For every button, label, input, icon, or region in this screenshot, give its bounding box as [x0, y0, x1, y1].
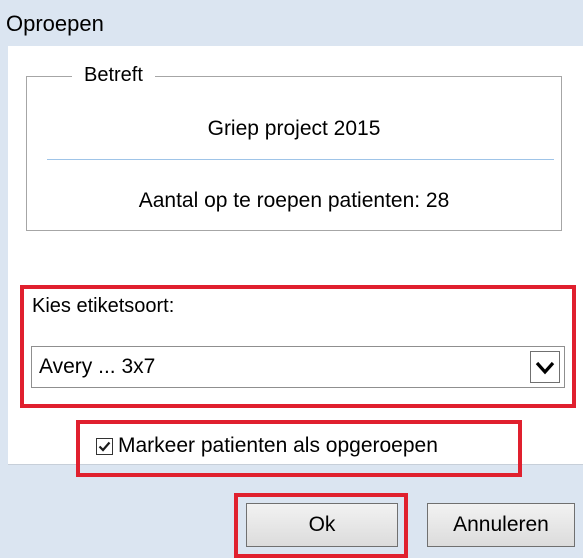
project-name: Griep project 2015	[207, 117, 381, 140]
label-type-highlight	[20, 285, 576, 408]
subject-separator	[47, 159, 554, 160]
ok-button-highlight	[234, 493, 408, 558]
window-title: Oproepen	[6, 11, 104, 36]
oproepen-dialog: Oproepen Betreft Griep project 2015 Aant…	[0, 0, 583, 558]
subject-legend: Betreft	[72, 62, 155, 88]
checkbox-highlight	[76, 420, 522, 477]
patient-count-text: Aantal op te roepen patienten: 28	[138, 189, 450, 212]
cancel-button[interactable]: Annuleren	[427, 503, 575, 547]
